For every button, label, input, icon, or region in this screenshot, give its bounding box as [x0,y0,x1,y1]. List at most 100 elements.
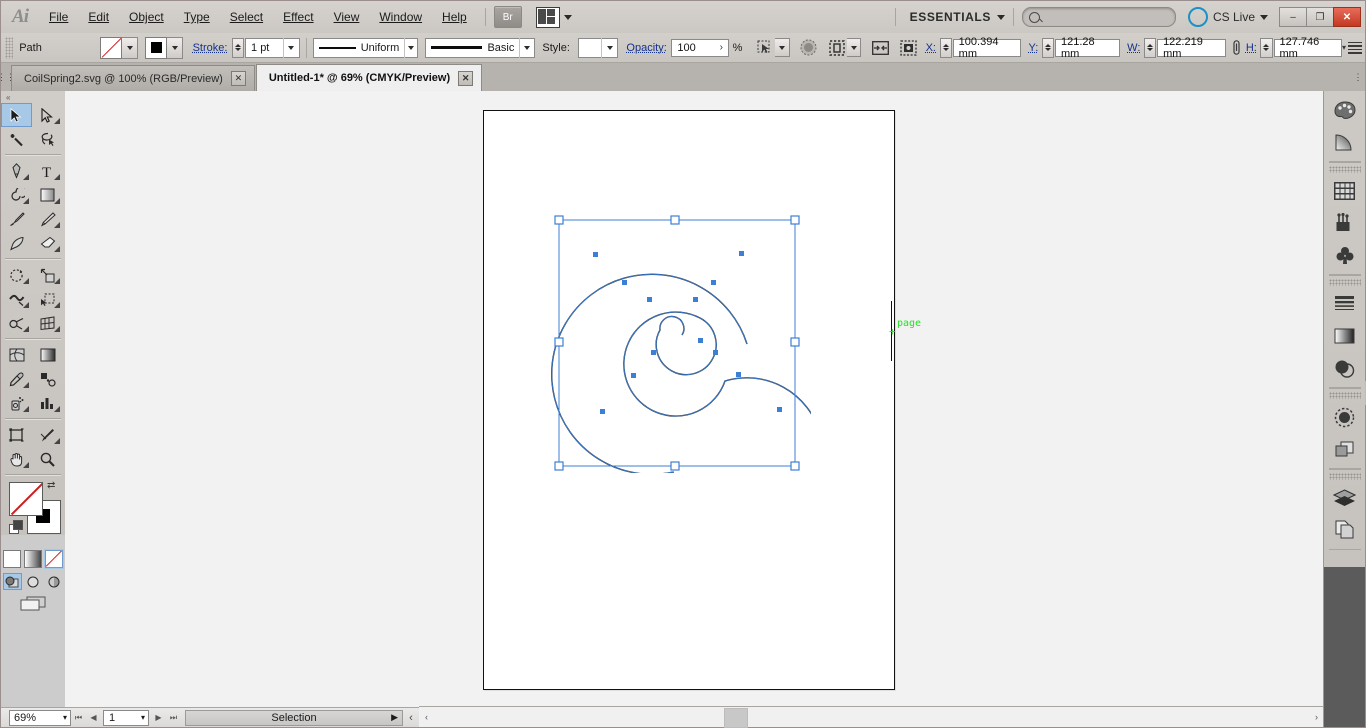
draw-behind-button[interactable] [24,573,43,590]
zoom-level-combo[interactable]: 69% ▾ [9,709,71,726]
recolor-artwork-button[interactable] [899,37,918,58]
fill-swatch[interactable] [100,36,123,59]
brushes-panel-button[interactable] [1329,207,1361,239]
menu-type[interactable]: Type [174,1,220,33]
canvas-horizontal-scrollbar[interactable]: ‹ › [419,706,1324,728]
symbols-panel-button[interactable] [1329,239,1361,271]
zoom-tool[interactable] [32,447,63,471]
arrange-documents-button[interactable] [535,6,572,28]
eyedropper-tool[interactable] [1,367,32,391]
blob-brush-tool[interactable] [1,231,32,255]
stroke-color-chevron-down-icon[interactable] [167,36,184,59]
fill-control[interactable] [100,36,139,59]
layers-panel-button[interactable] [1329,482,1361,514]
stroke-weight-label[interactable]: Stroke: [193,42,228,54]
default-fill-stroke-icon[interactable] [9,520,23,534]
gradient-tool[interactable] [32,343,63,367]
menu-window[interactable]: Window [369,1,432,33]
scale-tool[interactable] [32,263,63,287]
restore-button[interactable]: ❐ [1306,7,1334,27]
brush-definition-combo[interactable]: Basic [425,37,536,58]
selection-bounding-box[interactable] [553,214,801,472]
cs-live-button[interactable]: CS Live [1187,7,1268,27]
slice-tool[interactable] [32,423,63,447]
isolate-object-button[interactable] [827,37,846,58]
align-chevron-down-icon[interactable] [775,38,790,57]
y-label[interactable]: Y: [1029,42,1039,54]
menu-file[interactable]: File [39,1,78,33]
opacity-field[interactable]: 100 › [671,38,729,57]
y-field[interactable]: 121.28 mm [1054,36,1120,60]
status-collapse-button[interactable]: ‹ [403,712,419,724]
color-panel-button[interactable] [1329,94,1361,126]
lasso-tool[interactable] [32,127,63,151]
draw-inside-button[interactable] [45,573,64,590]
x-field[interactable]: 100.394 mm [952,36,1022,60]
graphic-style-chevron-down-icon[interactable] [601,37,617,58]
status-info-field[interactable]: Selection ▶ [185,709,403,726]
minimize-button[interactable]: – [1279,7,1307,27]
dock-group-gripper[interactable] [1328,279,1361,286]
align-button[interactable] [756,37,775,58]
zoom-chevron-down-icon[interactable]: ▾ [63,713,67,722]
tab-strip-gripper[interactable]: ⋮⋮ [0,63,15,91]
blend-tool[interactable] [32,367,63,391]
workspace-switcher-label[interactable]: ESSENTIALS [904,10,997,24]
document-tab-coilspring2-close-icon[interactable]: ✕ [230,71,246,86]
menu-select[interactable]: Select [220,1,273,33]
graphic-style-combo[interactable] [577,37,619,58]
color-mode-button[interactable] [3,550,21,568]
width-profile-combo[interactable]: Uniform [312,37,418,58]
swap-fill-stroke-icon[interactable]: ⇄ [47,480,55,491]
eraser-tool[interactable] [32,231,63,255]
mesh-tool[interactable] [1,343,32,367]
h-field[interactable]: 127.746 mm [1273,36,1343,60]
free-transform-tool[interactable] [32,287,63,311]
pencil-tool[interactable] [32,207,63,231]
previous-artboard-button[interactable]: ◀ [86,710,101,726]
rectangle-tool[interactable] [32,183,63,207]
stroke-panel-button[interactable] [1329,288,1361,320]
width-tool[interactable] [1,287,32,311]
w-field[interactable]: 122.219 mm [1157,36,1226,60]
opacity-label[interactable]: Opacity: [626,42,666,54]
menu-edit[interactable]: Edit [78,1,119,33]
status-info-menu-icon[interactable]: ▶ [391,712,398,723]
line-segment-tool[interactable] [1,183,32,207]
draw-normal-button[interactable] [2,573,22,590]
pen-tool[interactable] [1,159,32,183]
document-tab-coilspring2[interactable]: CoilSpring2.svg @ 100% (RGB/Preview) ✕ [11,65,255,91]
magic-wand-tool[interactable] [1,127,32,151]
brush-definition-chevron-down-icon[interactable] [519,37,534,58]
transparency-panel-button[interactable] [1329,352,1361,384]
document-tab-untitled-1-close-icon[interactable]: ✕ [458,70,474,86]
stroke-color-control[interactable] [145,36,184,59]
next-artboard-button[interactable]: ▶ [151,710,166,726]
document-canvas[interactable]: + page [65,91,1324,707]
graphic-styles-panel-button[interactable] [1329,433,1361,465]
menu-help[interactable]: Help [432,1,477,33]
clipping-mask-button[interactable] [871,37,890,58]
perspective-grid-tool[interactable] [32,311,63,335]
hand-tool[interactable] [1,447,32,471]
tools-panel-collapse-button[interactable]: « [1,91,65,103]
selection-tool[interactable] [1,103,32,127]
dock-group-gripper[interactable] [1328,166,1361,173]
stroke-color-swatch[interactable] [145,36,168,59]
search-input[interactable] [1021,7,1176,27]
column-graph-tool[interactable] [32,391,63,415]
y-stepper[interactable] [1041,37,1054,58]
tab-strip-overflow-button[interactable]: ⋮ [1351,63,1365,91]
w-label[interactable]: W: [1127,42,1140,54]
swatches-panel-button[interactable] [1329,175,1361,207]
workspace-chevron-down-icon[interactable] [996,14,1005,20]
type-tool[interactable]: T [32,159,63,183]
width-profile-chevron-down-icon[interactable] [404,37,417,58]
launch-bridge-button[interactable]: Br [493,6,522,28]
horizontal-scroll-thumb[interactable] [724,708,748,728]
menu-view[interactable]: View [324,1,370,33]
symbol-sprayer-tool[interactable] [1,391,32,415]
document-tab-untitled-1[interactable]: Untitled-1* @ 69% (CMYK/Preview) ✕ [255,64,483,91]
control-panel-menu-button[interactable]: ▾ [1342,41,1365,55]
x-label[interactable]: X: [926,42,936,54]
